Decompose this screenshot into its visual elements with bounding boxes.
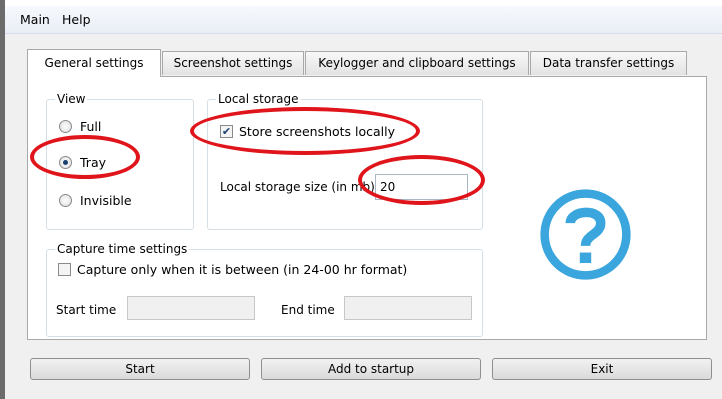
tab-general-settings[interactable]: General settings: [27, 49, 161, 77]
start-button[interactable]: Start: [30, 358, 250, 380]
store-locally-checkbox-row[interactable]: ✔ Store screenshots locally: [220, 124, 395, 139]
tab-keylogger-clipboard-settings[interactable]: Keylogger and clipboard settings: [305, 51, 529, 75]
add-to-startup-button[interactable]: Add to startup: [261, 358, 481, 380]
start-time-input[interactable]: [127, 296, 255, 320]
radio-tray-label: Tray: [80, 155, 106, 170]
tab-data-transfer-settings[interactable]: Data transfer settings: [530, 51, 687, 75]
store-locally-label: Store screenshots locally: [239, 124, 396, 139]
radio-invisible-button[interactable]: [59, 194, 72, 207]
local-storage-group: Local storage ✔ Store screenshots locall…: [207, 92, 483, 230]
radio-full-label: Full: [80, 119, 102, 134]
menu-help[interactable]: Help: [62, 12, 91, 27]
view-group-title: View: [55, 92, 88, 106]
radio-full-button[interactable]: [59, 120, 72, 133]
store-locally-checkbox[interactable]: ✔: [220, 125, 233, 138]
exit-button[interactable]: Exit: [492, 358, 712, 380]
storage-size-input[interactable]: [375, 174, 468, 200]
menu-main[interactable]: Main: [20, 12, 50, 27]
main-window: General settings Screenshot settings Key…: [5, 34, 722, 399]
start-time-label: Start time: [56, 303, 117, 317]
capture-between-label: Capture only when it is between (in 24-0…: [77, 262, 408, 277]
local-storage-title: Local storage: [216, 92, 301, 106]
view-group: View Full Tray Invisible: [46, 92, 194, 230]
end-time-label: End time: [281, 303, 335, 317]
question-circle-icon: [540, 189, 631, 280]
capture-between-checkbox[interactable]: [58, 263, 71, 276]
radio-full[interactable]: Full: [59, 119, 101, 134]
tab-screenshot-settings[interactable]: Screenshot settings: [162, 51, 304, 75]
capture-time-group: Capture time settings Capture only when …: [46, 242, 483, 337]
radio-invisible[interactable]: Invisible: [59, 193, 132, 208]
radio-tray-button[interactable]: [59, 156, 72, 169]
radio-tray[interactable]: Tray: [59, 155, 106, 170]
storage-size-label: Local storage size (in mb): [220, 180, 375, 194]
capture-time-title: Capture time settings: [55, 242, 190, 256]
capture-between-checkbox-row[interactable]: Capture only when it is between (in 24-0…: [58, 262, 407, 277]
radio-invisible-label: Invisible: [80, 193, 132, 208]
menu-bar: Main Help: [5, 6, 722, 34]
end-time-input[interactable]: [344, 296, 472, 320]
